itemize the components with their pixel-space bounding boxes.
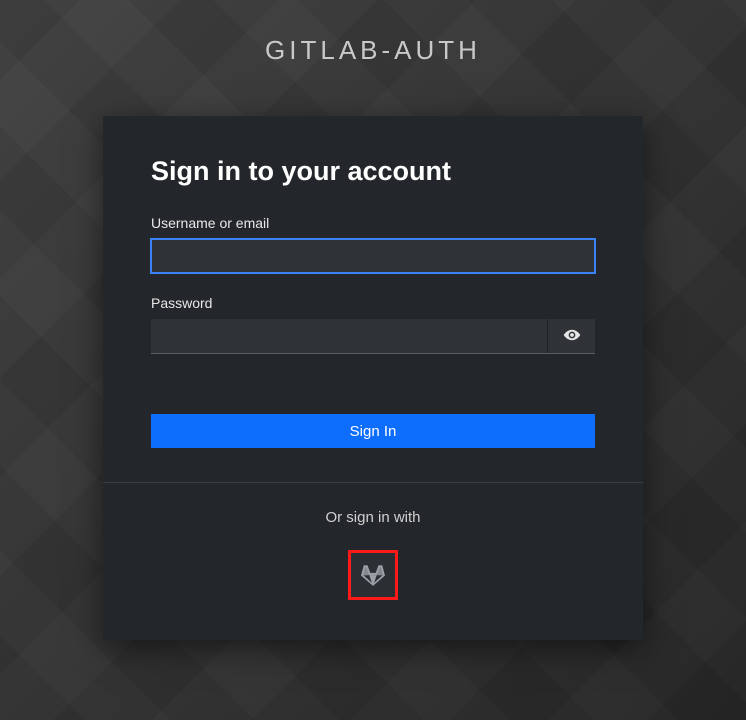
login-card: Sign in to your account Username or emai… (103, 116, 643, 640)
gitlab-icon (360, 561, 386, 590)
toggle-password-visibility-button[interactable] (547, 319, 595, 353)
card-body: Sign in to your account Username or emai… (103, 116, 643, 482)
card-footer: Or sign in with (103, 483, 643, 640)
alt-signin-label: Or sign in with (151, 509, 595, 526)
app-title: GITLAB-AUTH (0, 35, 746, 66)
password-label: Password (151, 295, 595, 311)
username-field-group: Username or email (151, 215, 595, 273)
username-label: Username or email (151, 215, 595, 231)
username-input[interactable] (151, 239, 595, 273)
eye-icon (563, 326, 581, 347)
signin-heading: Sign in to your account (151, 156, 595, 187)
gitlab-provider-button[interactable] (348, 550, 398, 600)
signin-button[interactable]: Sign In (151, 414, 595, 448)
password-field-group: Password (151, 295, 595, 354)
password-input[interactable] (151, 319, 547, 353)
